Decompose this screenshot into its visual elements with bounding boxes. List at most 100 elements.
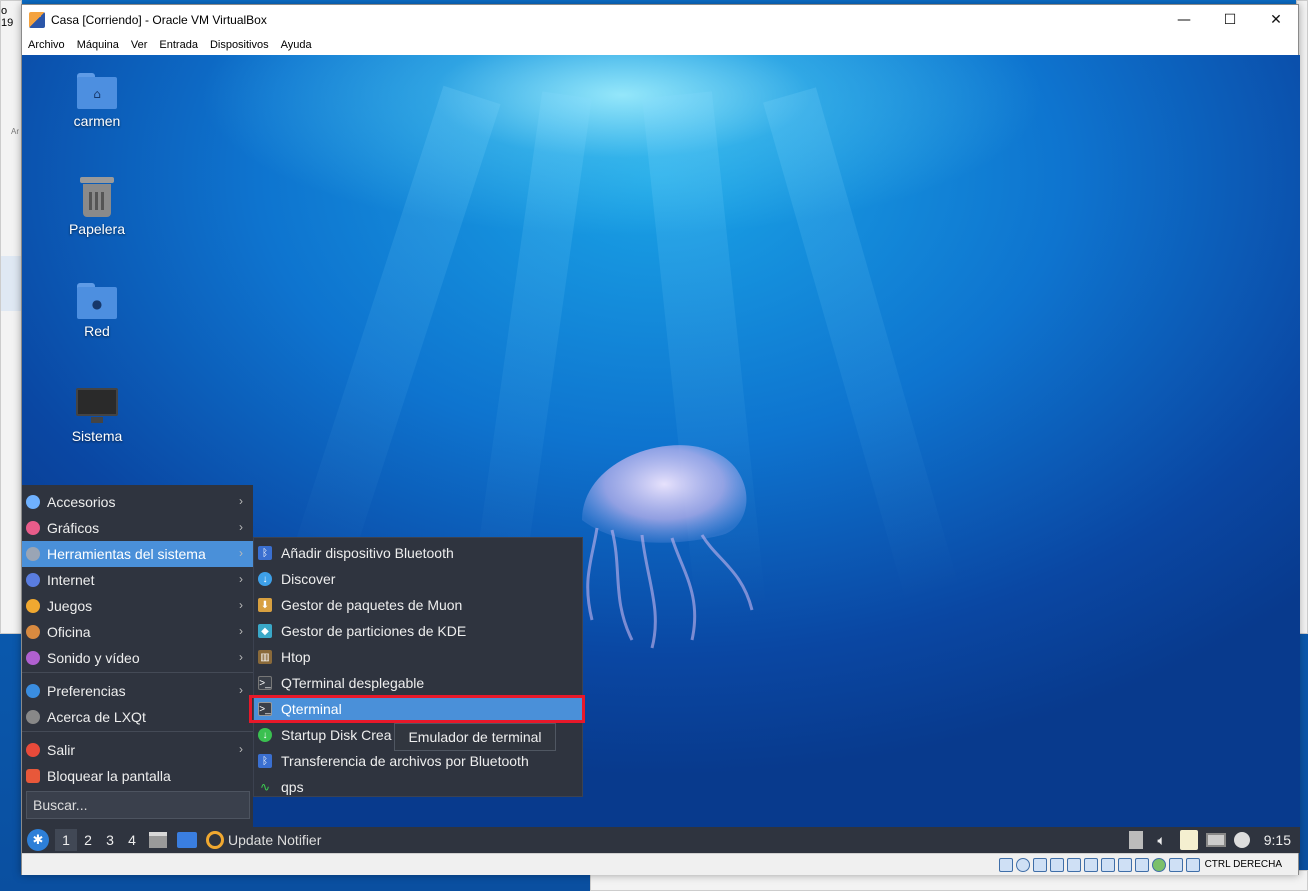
menu-item-internet[interactable]: Internet › bbox=[22, 567, 253, 593]
menu-item-acerca[interactable]: Acerca de LXQt bbox=[22, 704, 253, 730]
tooltip: Emulador de terminal bbox=[394, 723, 556, 751]
taskbar-update-notifier[interactable]: Update Notifier bbox=[202, 829, 325, 851]
chevron-right-icon: › bbox=[239, 742, 243, 756]
window-title: Casa [Corriendo] - Oracle VM VirtualBox bbox=[51, 13, 267, 27]
menu-item-oficina[interactable]: Oficina › bbox=[22, 619, 253, 645]
menu-item-graficos[interactable]: Gráficos › bbox=[22, 515, 253, 541]
desktop-icon-label: Red bbox=[84, 323, 110, 339]
show-desktop-icon[interactable] bbox=[149, 832, 167, 848]
menu-item-label: Accesorios bbox=[47, 494, 116, 510]
menu-ver[interactable]: Ver bbox=[131, 39, 148, 51]
notification-icon[interactable] bbox=[1233, 832, 1250, 848]
minimize-button[interactable]: — bbox=[1161, 5, 1207, 35]
system-tools-submenu: ᛒ Añadir dispositivo Bluetooth ↓ Discover … bbox=[253, 537, 583, 797]
menu-dispositivos[interactable]: Dispositivos bbox=[210, 39, 269, 51]
workspace-3[interactable]: 3 bbox=[99, 829, 121, 851]
host-background-window: o 19 Ar bbox=[0, 0, 23, 634]
eject-icon[interactable] bbox=[1129, 831, 1144, 849]
desktop-icon-carmen[interactable]: ⌂ carmen bbox=[52, 73, 142, 129]
about-icon bbox=[26, 710, 40, 724]
guest-additions-icon[interactable] bbox=[1151, 857, 1166, 872]
menu-item-bloquear[interactable]: Bloquear la pantalla bbox=[22, 763, 253, 789]
desktop-icon-sistema[interactable]: Sistema bbox=[52, 388, 142, 444]
submenu-item-discover[interactable]: ↓ Discover bbox=[254, 566, 582, 592]
submenu-item-muon[interactable]: ⬇ Gestor de paquetes de Muon bbox=[254, 592, 582, 618]
close-button[interactable]: ✕ bbox=[1253, 5, 1299, 35]
system-tools-icon bbox=[26, 547, 40, 561]
clock[interactable]: 9:15 bbox=[1264, 832, 1291, 848]
search-input[interactable]: Buscar... bbox=[26, 791, 250, 819]
desktop-icon-label: carmen bbox=[73, 113, 121, 129]
title-bar[interactable]: Casa [Corriendo] - Oracle VM VirtualBox … bbox=[22, 5, 1298, 35]
bluetooth-icon: ᛒ bbox=[258, 546, 272, 560]
submenu-item-bluetooth[interactable]: ᛒ Añadir dispositivo Bluetooth bbox=[254, 540, 582, 566]
workspace-4[interactable]: 4 bbox=[121, 829, 143, 851]
menu-entrada[interactable]: Entrada bbox=[159, 39, 198, 51]
submenu-item-label: qps bbox=[281, 779, 304, 795]
menu-item-salir[interactable]: Salir › bbox=[22, 737, 253, 763]
workspace-1[interactable]: 1 bbox=[55, 829, 77, 851]
menu-item-label: Herramientas del sistema bbox=[47, 546, 206, 562]
virtualization-icon[interactable] bbox=[1134, 857, 1149, 872]
preferences-icon bbox=[26, 684, 40, 698]
maximize-button[interactable]: ☐ bbox=[1207, 5, 1253, 35]
guest-screen[interactable]: ⌂ carmen Papelera ● Red Sistema Accesori… bbox=[22, 55, 1300, 853]
desktop-icon-red[interactable]: ● Red bbox=[52, 283, 142, 339]
menu-archivo[interactable]: Archivo bbox=[28, 39, 65, 51]
menu-item-label: Juegos bbox=[47, 598, 93, 614]
menu-item-label: Acerca de LXQt bbox=[47, 709, 146, 725]
submenu-item-label: Añadir dispositivo Bluetooth bbox=[281, 545, 454, 561]
submenu-item-htop[interactable]: ▥ Htop bbox=[254, 644, 582, 670]
menu-item-herramientas[interactable]: Herramientas del sistema › bbox=[22, 541, 253, 567]
submenu-item-particiones[interactable]: ◆ Gestor de particiones de KDE bbox=[254, 618, 582, 644]
volume-icon[interactable]: 🔈︎ bbox=[1157, 832, 1165, 849]
chevron-right-icon: › bbox=[239, 598, 243, 612]
start-menu-button[interactable]: ✱ bbox=[27, 829, 49, 851]
submenu-item-label: Transferencia de archivos por Bluetooth bbox=[281, 753, 529, 769]
workspace-2[interactable]: 2 bbox=[77, 829, 99, 851]
network-icon[interactable] bbox=[1205, 833, 1226, 847]
submenu-item-label: Gestor de particiones de KDE bbox=[281, 623, 467, 639]
power-icon bbox=[26, 743, 40, 757]
optical-drive-icon[interactable] bbox=[1015, 857, 1030, 872]
home-folder-icon: ⌂ bbox=[77, 73, 117, 109]
taskbar-item-label: Update Notifier bbox=[228, 832, 322, 848]
sound-video-icon bbox=[26, 651, 40, 665]
vm-status-bar: CTRL DERECHA bbox=[22, 853, 1298, 875]
shared-folders-icon[interactable] bbox=[1083, 857, 1098, 872]
menu-item-accesorios[interactable]: Accesorios › bbox=[22, 489, 253, 515]
usb-icon[interactable] bbox=[1066, 857, 1081, 872]
menu-maquina[interactable]: Máquina bbox=[77, 39, 119, 51]
desktop-icon-papelera[interactable]: Papelera bbox=[52, 177, 142, 237]
display-icon[interactable] bbox=[1100, 857, 1115, 872]
chevron-right-icon: › bbox=[239, 546, 243, 560]
update-notifier-icon bbox=[206, 831, 224, 849]
submenu-item-bluetooth-transfer[interactable]: ᛒ Transferencia de archivos por Bluetooth bbox=[254, 748, 582, 774]
menu-item-juegos[interactable]: Juegos › bbox=[22, 593, 253, 619]
submenu-item-qterminal-dropdown[interactable]: >_ QTerminal desplegable bbox=[254, 670, 582, 696]
clipboard-icon[interactable] bbox=[1179, 830, 1198, 850]
terminal-dropdown-icon: >_ bbox=[258, 676, 272, 690]
internet-icon bbox=[26, 573, 40, 587]
network-adapter-icon[interactable] bbox=[1049, 857, 1064, 872]
discover-icon: ↓ bbox=[258, 572, 272, 586]
virtualbox-app-icon bbox=[29, 12, 45, 28]
menu-item-label: Bloquear la pantalla bbox=[47, 768, 171, 784]
menu-ayuda[interactable]: Ayuda bbox=[281, 39, 312, 51]
recording-icon[interactable] bbox=[1117, 857, 1132, 872]
menu-item-sonido[interactable]: Sonido y vídeo › bbox=[22, 645, 253, 671]
start-menu: Accesorios › Gráficos › Herramientas del s… bbox=[22, 485, 253, 827]
submenu-item-qps[interactable]: ∿ qps bbox=[254, 774, 582, 800]
menu-item-label: Gráficos bbox=[47, 520, 100, 536]
partition-icon: ◆ bbox=[258, 624, 272, 638]
menu-item-preferencias[interactable]: Preferencias › bbox=[22, 678, 253, 704]
trash-icon bbox=[80, 177, 114, 217]
menu-item-label: Salir bbox=[47, 742, 76, 758]
audio-icon[interactable] bbox=[1032, 857, 1047, 872]
file-manager-icon[interactable] bbox=[177, 832, 197, 848]
hard-disk-icon[interactable] bbox=[998, 857, 1013, 872]
menu-item-label: Internet bbox=[47, 572, 95, 588]
keyboard-icon[interactable] bbox=[1185, 857, 1200, 872]
mouse-integration-icon[interactable] bbox=[1168, 857, 1183, 872]
qps-icon: ∿ bbox=[258, 780, 272, 794]
